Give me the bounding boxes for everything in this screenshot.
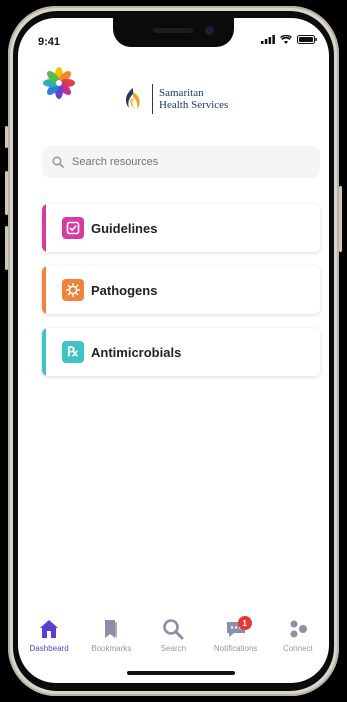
- signal-icon: [261, 35, 275, 44]
- card-label: Pathogens: [91, 282, 158, 298]
- tab-dashboard[interactable]: Dashbeard: [19, 618, 79, 668]
- camera: [205, 26, 214, 35]
- tab-label: Search: [160, 644, 187, 653]
- virus-icon: [62, 279, 84, 301]
- checkbox-icon: [62, 217, 84, 239]
- tab-bookmarks[interactable]: Bookmarks: [81, 618, 141, 668]
- app-logo-icon: [43, 67, 75, 99]
- volume-up-button: [5, 171, 8, 215]
- samaritan-flame-icon: [125, 88, 140, 109]
- brand-line2: Health Services: [159, 99, 229, 111]
- tab-label: Bookmarks: [91, 644, 132, 653]
- card-antimicrobials[interactable]: ℞ Antimicrobials: [42, 328, 320, 376]
- card-accent: [42, 204, 46, 252]
- card-guidelines[interactable]: Guidelines: [42, 204, 320, 252]
- card-accent: [42, 266, 46, 314]
- brand-name: Samaritan Health Services: [159, 87, 228, 111]
- brand-logo: Samaritan Health Services: [120, 84, 228, 114]
- speaker: [153, 28, 193, 33]
- mute-switch: [5, 126, 8, 148]
- home-indicator[interactable]: [127, 671, 235, 675]
- tab-notifications[interactable]: 1 Notifications: [206, 616, 266, 668]
- battery-icon: [297, 35, 317, 44]
- power-button: [339, 186, 342, 252]
- status-icons: [261, 35, 317, 44]
- status-time: 9:41: [38, 36, 61, 48]
- search-icon: [52, 156, 64, 168]
- search-bar[interactable]: [42, 146, 320, 178]
- card-label: Guidelines: [91, 220, 158, 236]
- tab-label: Connect: [282, 644, 313, 653]
- wifi-icon: [280, 35, 292, 44]
- search-icon: [163, 619, 184, 640]
- tab-connect[interactable]: Connect: [268, 618, 328, 668]
- bookmark-icon: [105, 620, 118, 638]
- card-accent: [42, 328, 46, 376]
- brand-divider: [152, 84, 153, 114]
- brand-line1: Samaritan: [159, 87, 204, 99]
- card-label: Antimicrobials: [91, 344, 182, 360]
- connect-icon: [290, 620, 307, 638]
- tab-search[interactable]: Search: [143, 618, 203, 668]
- bottom-tab-bar: Dashbeard Bookmarks Search 1 Notificatio…: [18, 616, 329, 668]
- rx-icon: ℞: [62, 341, 84, 363]
- tab-label: Notifications: [213, 644, 258, 653]
- notification-badge: 1: [237, 616, 252, 630]
- volume-down-button: [5, 226, 8, 270]
- home-icon: [40, 620, 59, 638]
- search-input[interactable]: [70, 155, 294, 169]
- card-pathogens[interactable]: Pathogens: [42, 266, 320, 314]
- notch: [113, 18, 234, 47]
- tab-label: Dashbeard: [29, 644, 69, 653]
